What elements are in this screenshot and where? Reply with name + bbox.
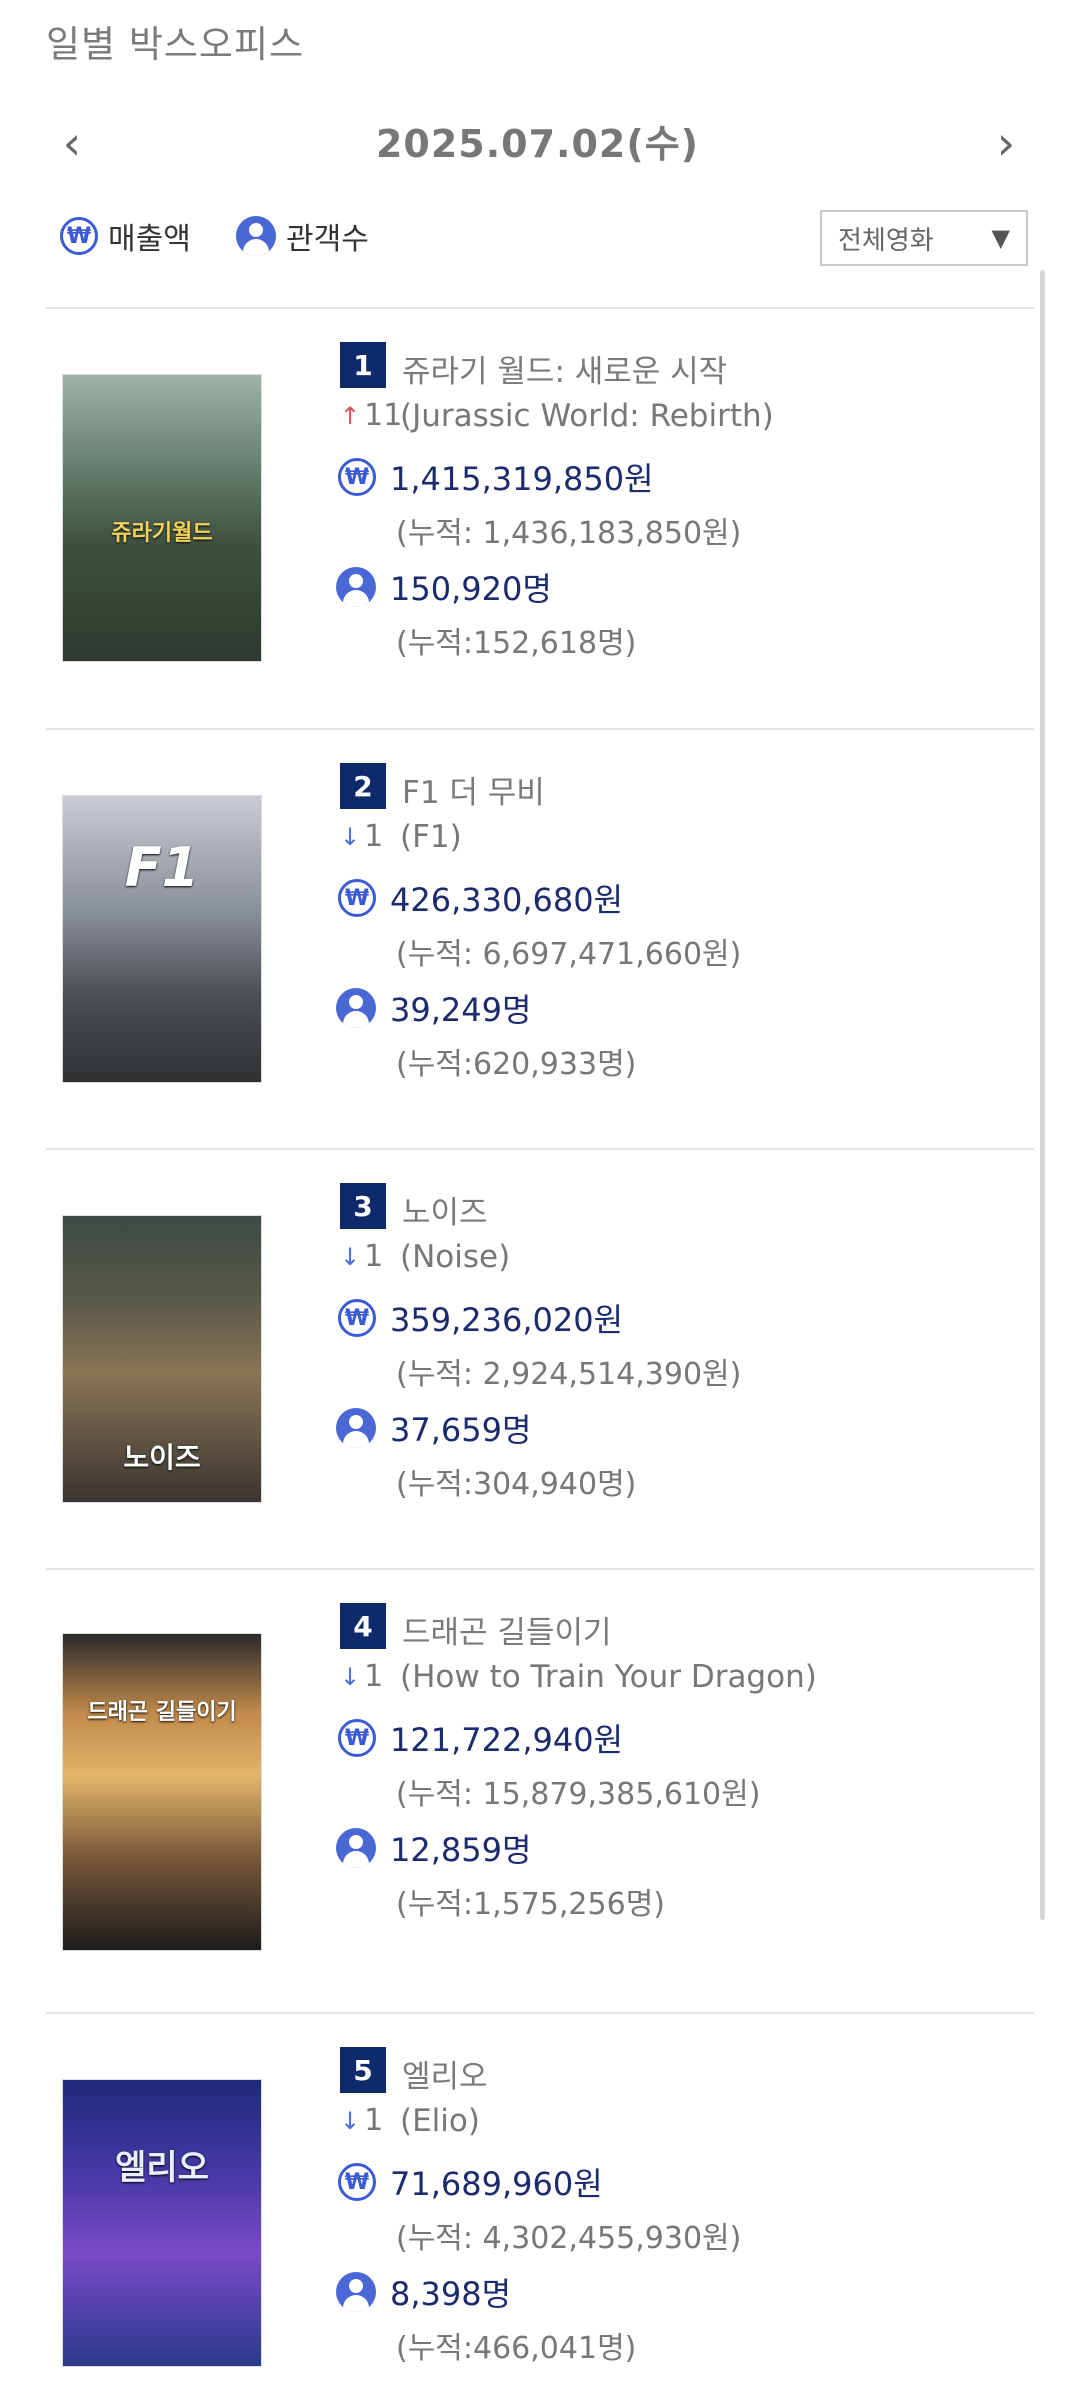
- cumulative-sales: (누적: 6,697,471,660원): [396, 937, 742, 972]
- rank-badge: 2: [340, 763, 386, 809]
- cumulative-sales: (누적: 4,302,455,930원): [396, 2221, 742, 2256]
- cumulative-sales: (누적: 2,924,514,390원): [396, 1357, 742, 1392]
- person-icon: [336, 1408, 376, 1448]
- page-title: 일별 박스오피스: [46, 23, 305, 66]
- scrollbar[interactable]: [1040, 270, 1045, 1920]
- chevron-right-icon: ›: [996, 116, 1016, 170]
- daily-sales: 71,689,960원: [390, 2165, 603, 2203]
- original-title: (Noise): [400, 1239, 511, 1275]
- rank-change: ↓ 1: [340, 819, 383, 854]
- sales-row: ₩ 426,330,680원: [338, 875, 623, 921]
- audience-row: 8,398명: [336, 2269, 511, 2315]
- cumulative-audience: (누적:152,618명): [396, 626, 637, 661]
- arrow-down-icon: ↓: [340, 1242, 361, 1271]
- rank-badge: 3: [340, 1183, 386, 1229]
- movie-poster[interactable]: 쥬라기월드: [62, 374, 262, 662]
- poster-title: 드래곤 길들이기: [87, 1700, 237, 1725]
- cumulative-audience: (누적:304,940명): [396, 1467, 637, 1502]
- original-title: (Elio): [400, 2103, 480, 2139]
- legend-audience-label: 관객수: [286, 222, 369, 257]
- movie-title[interactable]: 드래곤 길들이기: [402, 1607, 612, 1652]
- filter-selected-value: 전체영화: [838, 225, 934, 256]
- won-coin-icon: ₩: [338, 1719, 376, 1757]
- arrow-up-icon: ↑: [340, 401, 361, 430]
- person-icon: [336, 567, 376, 607]
- won-coin-icon: ₩: [338, 879, 376, 917]
- original-title: (How to Train Your Dragon): [400, 1659, 817, 1695]
- rank-change-value: 1: [364, 2103, 384, 2138]
- cumulative-audience: (누적:466,041명): [396, 2331, 637, 2366]
- rank-badge: 1: [340, 342, 386, 388]
- cumulative-audience: (누적:1,575,256명): [396, 1887, 665, 1922]
- daily-sales: 359,236,020원: [390, 1301, 624, 1339]
- original-title: (Jurassic World: Rebirth): [400, 398, 774, 434]
- rank-change: ↓ 1: [340, 2103, 383, 2138]
- divider: [46, 1148, 1034, 1150]
- legend-audience: 관객수: [236, 214, 369, 258]
- movie-title[interactable]: 쥬라기 월드: 새로운 시작: [402, 346, 727, 391]
- rank-change-value: 1: [364, 819, 384, 854]
- dropdown-arrow-icon: ▼: [991, 224, 1010, 252]
- won-coin-icon: ₩: [338, 458, 376, 496]
- movie-title[interactable]: F1 더 무비: [402, 767, 545, 812]
- arrow-down-icon: ↓: [340, 822, 361, 851]
- daily-audience: 12,859명: [390, 1831, 532, 1869]
- divider: [46, 1568, 1034, 1570]
- sales-row: ₩ 121,722,940원: [338, 1715, 623, 1761]
- sales-row: ₩ 1,415,319,850원: [338, 454, 654, 500]
- audience-row: 37,659명: [336, 1405, 531, 1451]
- cumulative-sales: (누적: 1,436,183,850원): [396, 516, 742, 551]
- original-title: (F1): [400, 819, 462, 855]
- person-icon: [336, 988, 376, 1028]
- daily-sales: 426,330,680원: [390, 881, 624, 919]
- rank-change-value: 11: [364, 398, 403, 433]
- rank-change: ↓ 1: [340, 1239, 383, 1274]
- arrow-down-icon: ↓: [340, 1662, 361, 1691]
- audience-row: 39,249명: [336, 985, 531, 1031]
- movie-title[interactable]: 노이즈: [402, 1187, 488, 1232]
- person-icon: [336, 2272, 376, 2312]
- poster-title: F1: [124, 836, 200, 899]
- daily-sales: 1,415,319,850원: [390, 460, 654, 498]
- divider: [46, 307, 1034, 309]
- movie-poster[interactable]: 노이즈: [62, 1215, 262, 1503]
- won-coin-icon: ₩: [338, 2163, 376, 2201]
- cumulative-sales: (누적: 15,879,385,610원): [396, 1777, 761, 1812]
- divider: [46, 728, 1034, 730]
- movie-poster[interactable]: 드래곤 길들이기: [62, 1633, 262, 1951]
- next-date-button[interactable]: ›: [986, 116, 1026, 170]
- person-icon: [336, 1828, 376, 1868]
- cumulative-audience: (누적:620,933명): [396, 1047, 637, 1082]
- rank-badge: 5: [340, 2047, 386, 2093]
- sales-row: ₩ 71,689,960원: [338, 2159, 603, 2205]
- poster-title: 엘리오: [115, 2148, 209, 2188]
- movie-title[interactable]: 엘리오: [402, 2051, 488, 2096]
- movie-poster[interactable]: F1: [62, 795, 262, 1083]
- movie-filter-select[interactable]: 전체영화 ▼: [820, 210, 1028, 266]
- arrow-down-icon: ↓: [340, 2106, 361, 2135]
- poster-title: 노이즈: [123, 1441, 201, 1474]
- won-coin-icon: ₩: [60, 217, 98, 255]
- person-icon: [236, 216, 276, 256]
- audience-row: 150,920명: [336, 564, 552, 610]
- daily-audience: 150,920명: [390, 570, 552, 608]
- legend-sales: ₩ 매출액: [60, 214, 191, 258]
- rank-change: ↑ 11: [340, 398, 402, 433]
- sales-row: ₩ 359,236,020원: [338, 1295, 623, 1341]
- audience-row: 12,859명: [336, 1825, 531, 1871]
- rank-badge: 4: [340, 1603, 386, 1649]
- daily-audience: 39,249명: [390, 991, 532, 1029]
- current-date: 2025.07.02(수): [375, 122, 700, 166]
- divider: [46, 2012, 1034, 2014]
- rank-change: ↓ 1: [340, 1659, 383, 1694]
- daily-audience: 37,659명: [390, 1411, 532, 1449]
- poster-title: 쥬라기월드: [111, 521, 213, 546]
- rank-change-value: 1: [364, 1659, 384, 1694]
- rank-change-value: 1: [364, 1239, 384, 1274]
- legend-sales-label: 매출액: [108, 222, 191, 257]
- movie-poster[interactable]: 엘리오: [62, 2079, 262, 2367]
- daily-audience: 8,398명: [390, 2275, 512, 2313]
- won-coin-icon: ₩: [338, 1299, 376, 1337]
- daily-sales: 121,722,940원: [390, 1721, 624, 1759]
